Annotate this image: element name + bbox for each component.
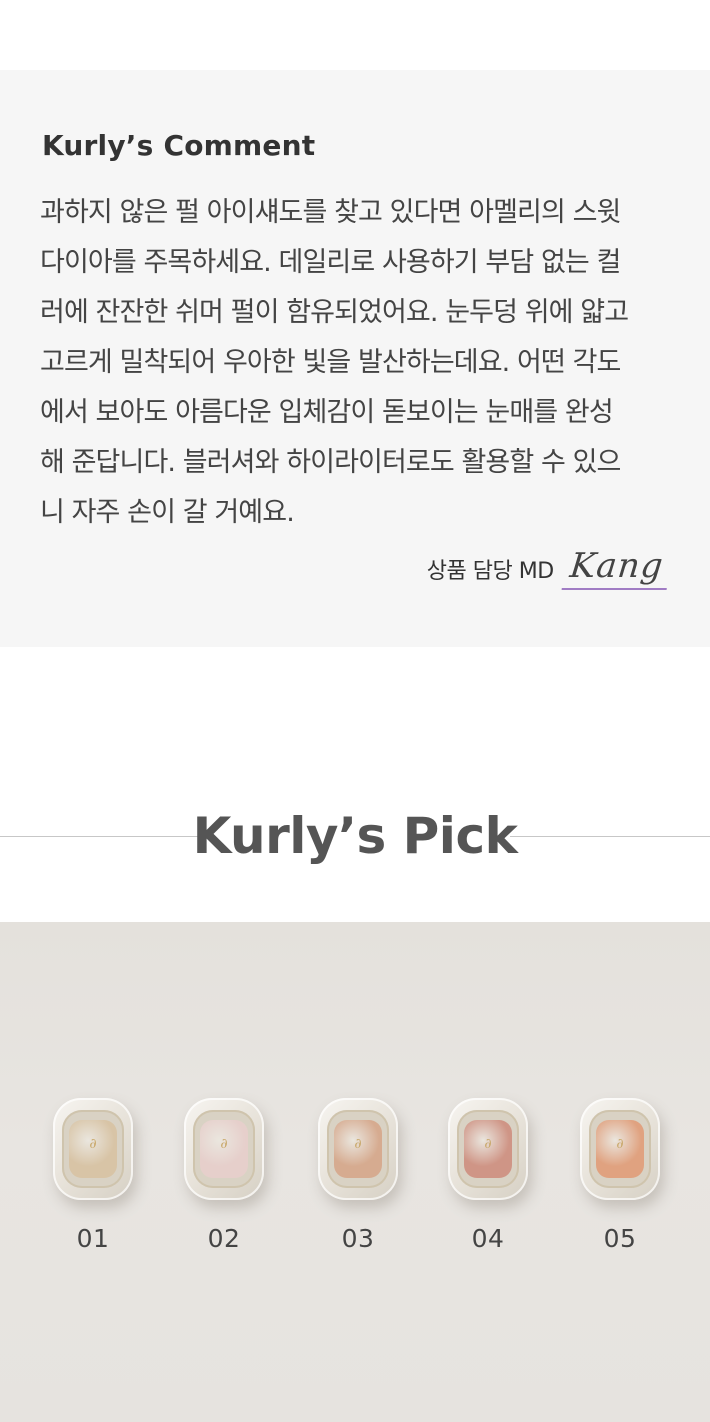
- signature-name: Kang: [561, 544, 672, 590]
- brand-logo-icon: ∂: [89, 1136, 97, 1152]
- comment-line: 고르게 밀착되어 우아한 빛을 발산하는데요. 어떤 각도: [40, 347, 621, 378]
- md-signature: 상품 담당 MD Kang: [426, 540, 672, 590]
- brand-logo-icon: ∂: [616, 1136, 624, 1152]
- shade-label: 01: [76, 1224, 110, 1253]
- comment-body: 과하지 않은 펄 아이섀도를 찾고 있다면 아멜리의 스윗 다이아를 주목하세요…: [40, 188, 670, 538]
- shade-pan: ∂: [464, 1120, 512, 1178]
- shade-pan: ∂: [596, 1120, 644, 1178]
- comment-line: 과하지 않은 펄 아이섀도를 찾고 있다면 아멜리의 스윗: [40, 197, 621, 228]
- comment-title: Kurly’s Comment: [42, 129, 316, 162]
- shade-label: 02: [207, 1224, 241, 1253]
- eyeshadow-compact: ∂: [448, 1098, 528, 1200]
- brand-logo-icon: ∂: [354, 1136, 362, 1152]
- comment-line: 에서 보아도 아름다운 입체감이 돋보이는 눈매를 완성: [40, 397, 614, 428]
- shade-label: 05: [603, 1224, 637, 1253]
- brand-logo-icon: ∂: [484, 1136, 492, 1152]
- shade-pan: ∂: [334, 1120, 382, 1178]
- comment-line: 해 준답니다. 블러셔와 하이라이터로도 활용할 수 있으: [40, 447, 621, 478]
- eyeshadow-compact: ∂: [580, 1098, 660, 1200]
- comment-line: 니 자주 손이 갈 거예요.: [40, 497, 295, 528]
- shade-label: 03: [341, 1224, 375, 1253]
- signature-label: 상품 담당 MD: [426, 559, 554, 584]
- shade-pan: ∂: [200, 1120, 248, 1178]
- kurlys-pick-header: Kurly’s Pick: [0, 800, 710, 872]
- shade-label: 04: [471, 1224, 505, 1253]
- comment-line: 다이아를 주목하세요. 데일리로 사용하기 부담 없는 컬: [40, 247, 621, 278]
- product-photo: ∂ ∂ ∂ ∂ ∂ 01 02 03 04 05: [0, 922, 710, 1422]
- eyeshadow-compact: ∂: [318, 1098, 398, 1200]
- eyeshadow-compact: ∂: [53, 1098, 133, 1200]
- shade-pan: ∂: [69, 1120, 117, 1178]
- eyeshadow-compact: ∂: [184, 1098, 264, 1200]
- pick-title: Kurly’s Pick: [192, 807, 518, 865]
- comment-line: 러에 잔잔한 쉬머 펄이 함유되었어요. 눈두덩 위에 얇고: [40, 297, 629, 328]
- brand-logo-icon: ∂: [220, 1136, 228, 1152]
